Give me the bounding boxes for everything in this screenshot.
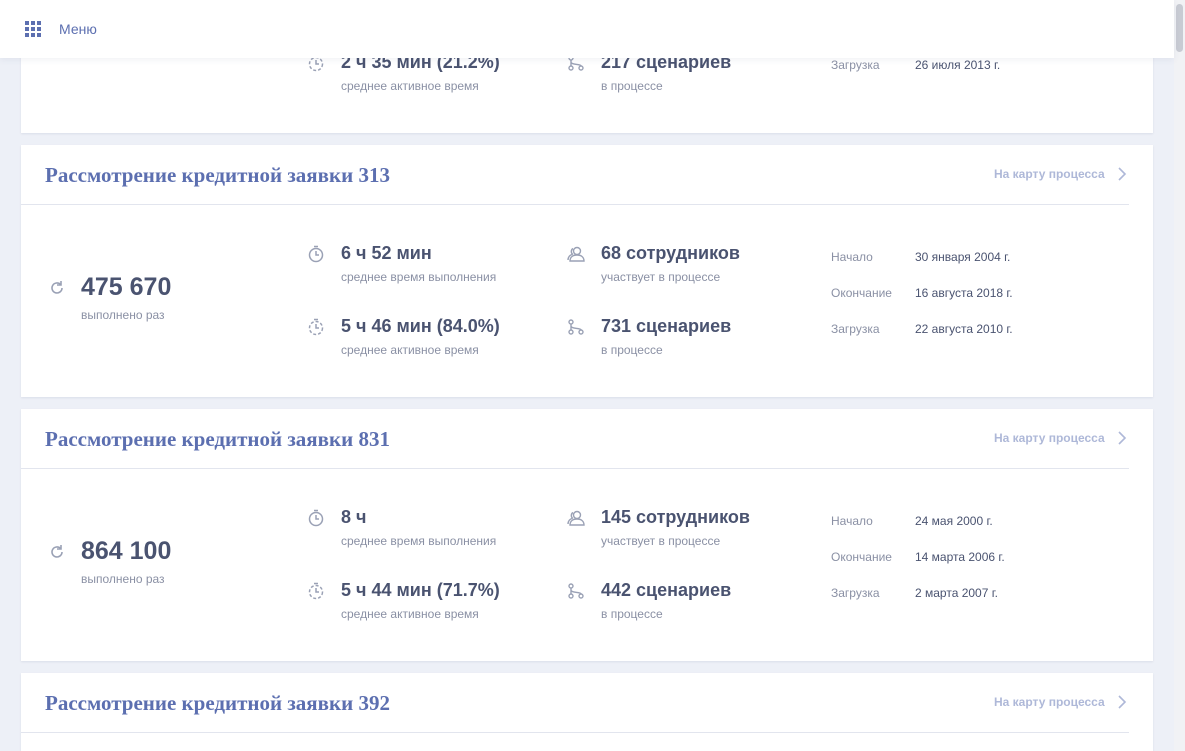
employees-label: участвует в процессе [601,534,721,548]
chevron-right-icon[interactable] [1117,695,1127,709]
upload-value: 2 марта 2007 г. [915,586,998,600]
upload-key: Загрузка [831,586,880,600]
branch-icon [568,319,584,335]
process-card-313: Рассмотрение кредитной заявки 313 На кар… [21,145,1153,397]
avg-time-stat: 6 ч 52 мин среднее время выполнения [308,243,497,284]
upload-value: 26 июля 2013 г. [915,58,1001,72]
process-map-link-label[interactable]: На карту процесса [994,695,1105,709]
avg-time-value: 8 ч [341,507,367,527]
process-card-392: Рассмотрение кредитной заявки 392 На кар… [21,673,1153,751]
avg-time-label: среднее время выполнения [341,534,497,548]
upload-value: 22 августа 2010 г. [915,322,1013,336]
menu-button[interactable]: Меню [59,21,97,37]
start-value: 24 мая 2000 г. [915,514,993,528]
active-timer-icon [308,318,324,336]
process-map-link[interactable]: На карту процесса [994,695,1127,709]
upload-key: Загрузка [831,58,880,72]
start-key: Начало [831,250,873,264]
scenarios-label: в процессе [601,343,663,357]
card-title: Рассмотрение кредитной заявки 831 [45,427,390,451]
scenarios-stat: 442 сценариев в процессе [568,580,732,621]
runs-value: 864 100 [81,537,172,565]
users-icon [567,510,585,526]
start-key: Начало [831,514,873,528]
scenarios-stat: 731 сценариев в процессе [568,316,732,357]
runs-label: выполнено раз [81,308,165,322]
scenarios-stat: 217 сценариев в процессе [568,52,731,93]
process-map-link[interactable]: На карту процесса [994,167,1127,181]
start-value: 30 января 2004 г. [915,250,1011,264]
active-time-label: среднее активное время [341,343,479,357]
process-map-link[interactable]: На карту процесса [994,431,1127,445]
card-divider [21,732,1129,733]
end-date-row: Окончание 14 марта 2006 г. [831,550,1005,564]
employees-stat: 145 сотрудников участвует в процессе [567,507,750,548]
process-map-link-label[interactable]: На карту процесса [994,167,1105,181]
end-key: Окончание [831,286,892,300]
runs-label: выполнено раз [81,572,165,586]
employees-value: 68 сотрудников [601,243,740,263]
stopwatch-icon [308,509,324,527]
active-time-value: 5 ч 46 мин (84.0%) [341,316,500,336]
upload-date-row: Загрузка 26 июля 2013 г. [831,58,1000,72]
process-map-link-label[interactable]: На карту процесса [994,431,1105,445]
employees-value: 145 сотрудников [601,507,750,527]
active-time-stat: 5 ч 44 мин (71.7%) среднее активное врем… [308,580,500,621]
card-divider [21,468,1129,469]
runs-stat: 864 100 выполнено раз [81,537,171,586]
active-time-stat: 2 ч 35 мин (21.2%) среднее активное врем… [308,52,500,93]
employees-label: участвует в процессе [601,270,721,284]
runs-value: 475 670 [81,273,172,301]
process-card-831: Рассмотрение кредитной заявки 831 На кар… [21,409,1153,661]
avg-time-label: среднее время выполнения [341,270,497,284]
active-timer-icon [308,582,324,600]
branch-icon [568,583,584,599]
upload-key: Загрузка [831,322,880,336]
end-key: Окончание [831,550,892,564]
avg-time-value: 6 ч 52 мин [341,243,432,263]
chevron-right-icon[interactable] [1117,431,1127,445]
runs-stat: 475 670 выполнено раз [81,273,171,322]
scrollbar-thumb[interactable] [1176,4,1183,52]
chevron-right-icon[interactable] [1117,167,1127,181]
top-bar: Меню [0,0,1174,58]
card-divider [21,204,1129,205]
grid-icon[interactable] [25,21,41,37]
refresh-icon [51,281,63,294]
scenarios-label: в процессе [601,79,663,93]
start-date-row: Начало 24 мая 2000 г. [831,514,993,528]
scrollbar[interactable] [1174,0,1185,751]
upload-date-row: Загрузка 2 марта 2007 г. [831,586,998,600]
end-value: 16 августа 2018 г. [915,286,1013,300]
scenarios-label: в процессе [601,607,663,621]
start-date-row: Начало 30 января 2004 г. [831,250,1010,264]
avg-time-stat: 8 ч среднее время выполнения [308,507,497,548]
upload-date-row: Загрузка 22 августа 2010 г. [831,322,1013,336]
active-time-stat: 5 ч 46 мин (84.0%) среднее активное врем… [308,316,500,357]
stopwatch-icon [308,245,324,263]
users-icon [567,246,585,262]
scenarios-value: 731 сценариев [601,316,732,336]
scenarios-value: 442 сценариев [601,580,732,600]
end-date-row: Окончание 16 августа 2018 г. [831,286,1013,300]
end-value: 14 марта 2006 г. [915,550,1005,564]
card-title: Рассмотрение кредитной заявки 313 [45,163,390,187]
active-time-value: 5 ч 44 мин (71.7%) [341,580,500,600]
active-time-label: среднее активное время [341,79,479,93]
active-time-label: среднее активное время [341,607,479,621]
card-title: Рассмотрение кредитной заявки 392 [45,691,390,715]
refresh-icon [51,545,63,558]
employees-stat: 68 сотрудников участвует в процессе [567,243,740,284]
